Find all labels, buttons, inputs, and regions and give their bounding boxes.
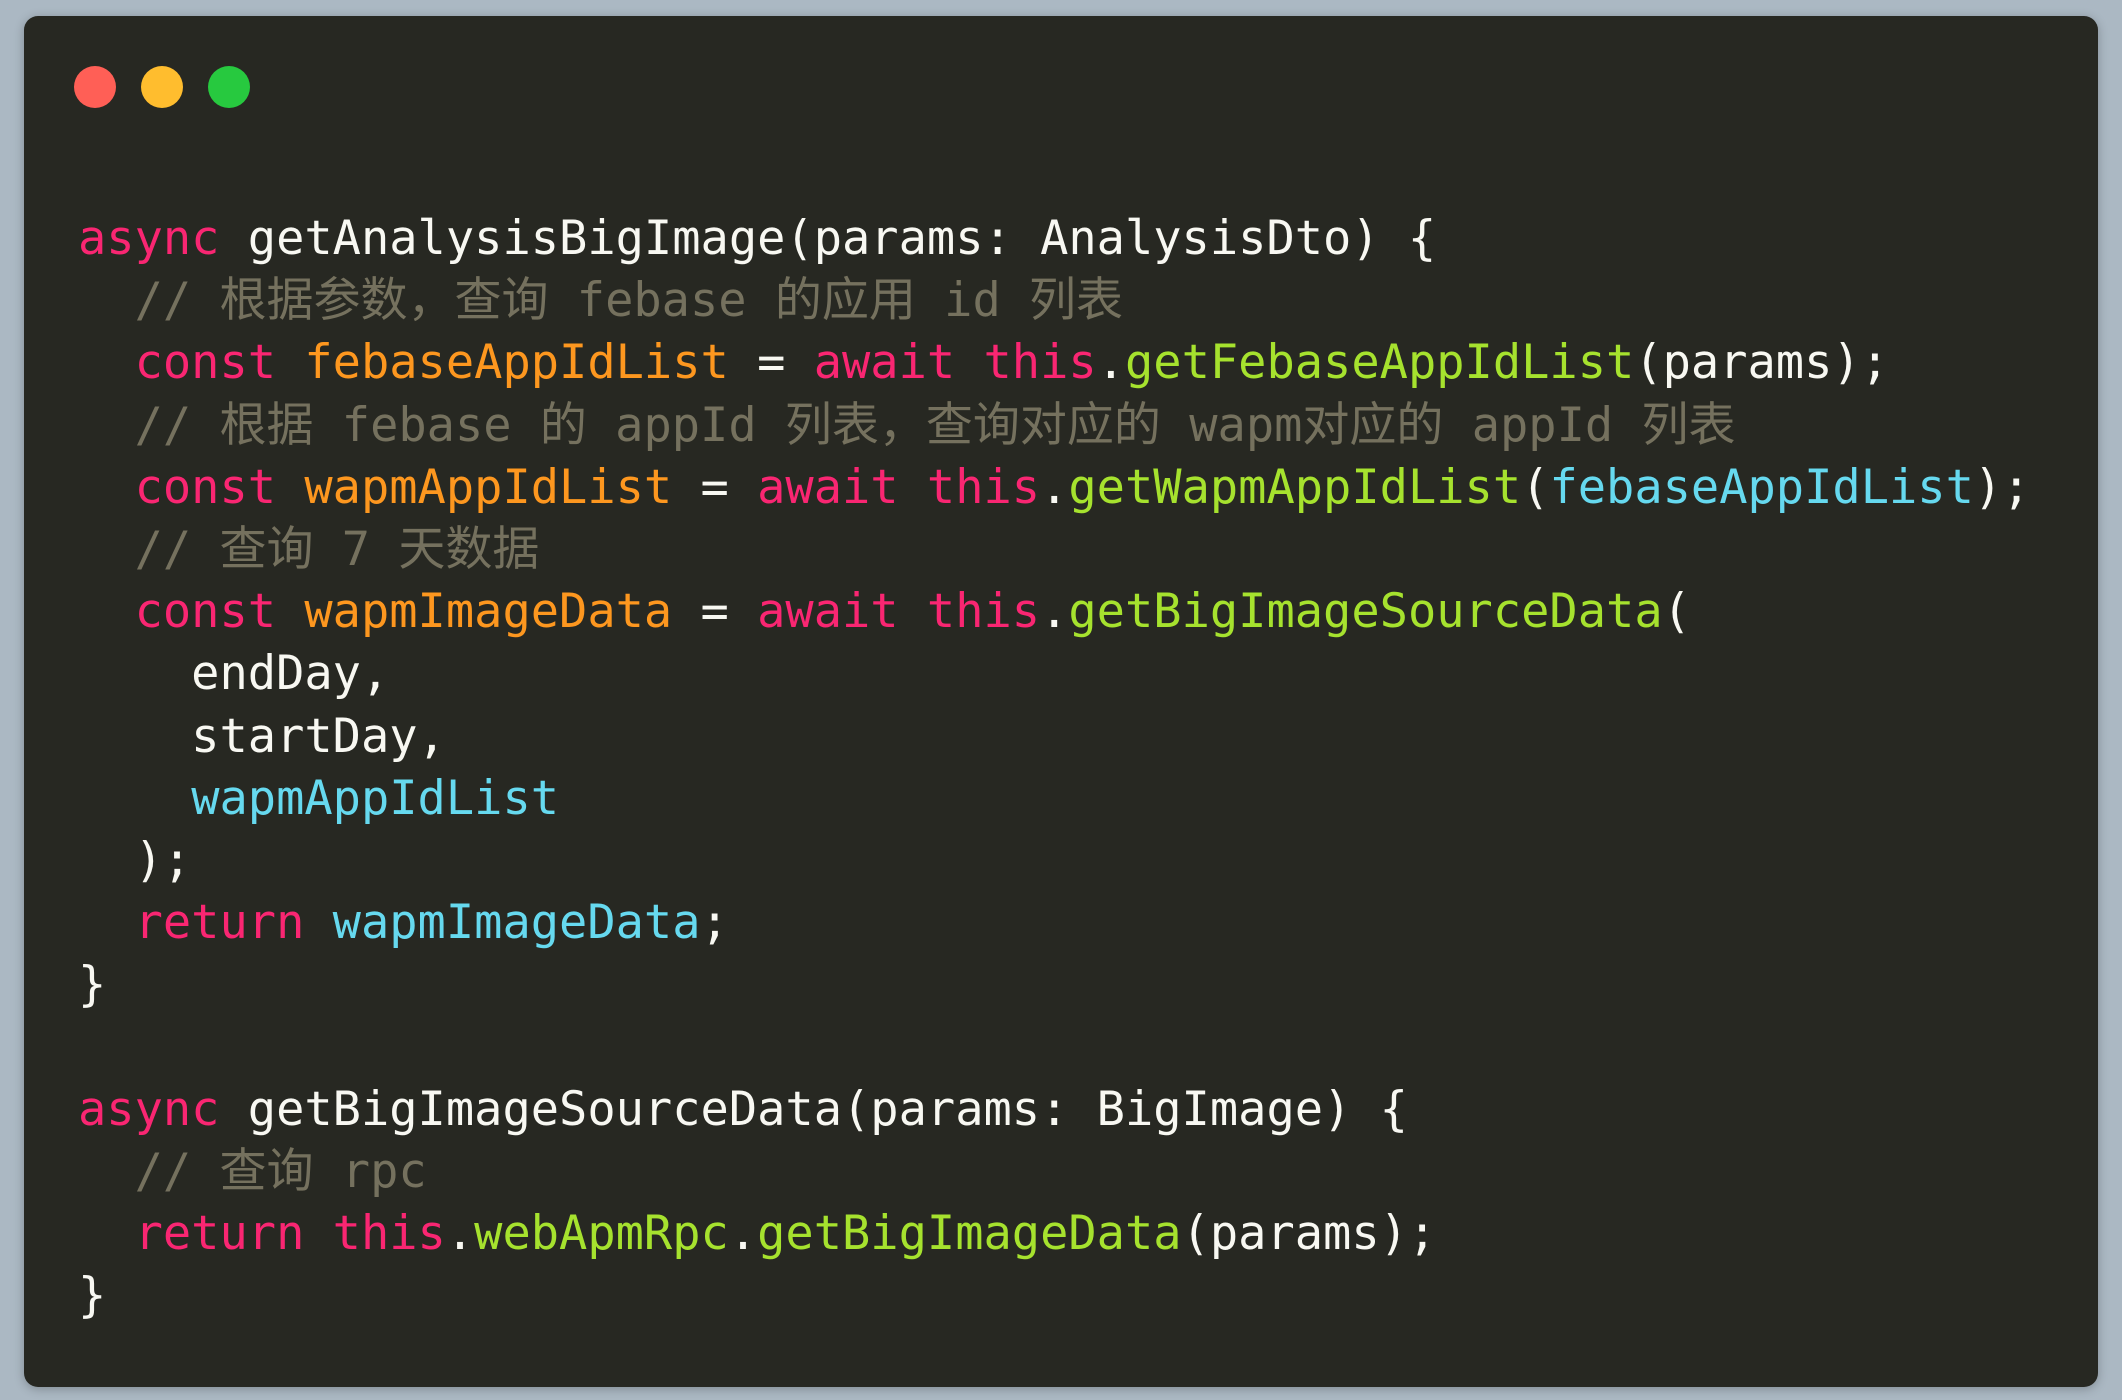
code-token-func: getFebaseAppIdList — [1124, 335, 1635, 391]
code-token-plain: ; — [700, 895, 729, 951]
code-token-plain: (params); — [1181, 1206, 1437, 1261]
code-token-keyword: await — [757, 584, 899, 640]
code-token-comment: // 根据 febase 的 appId 列表，查询对应的 wapm对应的 ap… — [78, 397, 1736, 453]
code-line: const febaseAppIdList = await this.getFe… — [78, 332, 2030, 394]
code-token-keyword: this — [332, 1206, 446, 1261]
code-line: // 查询 7 天数据 — [78, 519, 2030, 581]
code-token-plain: = — [728, 335, 814, 391]
code-token-decl: wapmImageData — [304, 584, 673, 640]
code-line: return wapmImageData; — [78, 892, 2030, 954]
code-token-keyword: async — [78, 1081, 220, 1137]
code-token-plain: ( — [1521, 459, 1550, 515]
code-line: return this.webApmRpc.getBigImageData(pa… — [78, 1203, 2030, 1265]
code-token-plain: . — [1096, 335, 1125, 391]
code-token-func: getWapmAppIdList — [1068, 459, 1522, 515]
code-token-keyword: async — [78, 211, 220, 266]
minimize-button[interactable] — [141, 66, 183, 108]
code-token-plain: ); — [78, 832, 192, 888]
code-token-keyword: this — [926, 459, 1041, 515]
code-token-keyword: this — [926, 584, 1041, 640]
code-window: async getAnalysisBigImage(params: Analys… — [24, 16, 2098, 1387]
code-token-keyword: const — [134, 459, 277, 515]
code-token-plain: . — [1040, 459, 1069, 515]
code-token-func: getBigImageData — [757, 1206, 1182, 1261]
code-token-comment: // 查询 7 天数据 — [78, 521, 540, 577]
code-token-plain: getAnalysisBigImage(params: AnalysisDto)… — [219, 211, 1437, 266]
code-token-keyword: return — [134, 1206, 305, 1261]
code-token-plain: ); — [1973, 459, 2031, 515]
code-line: // 根据 febase 的 appId 列表，查询对应的 wapm对应的 ap… — [78, 395, 2030, 457]
code-block: async getAnalysisBigImage(params: Analys… — [78, 208, 2030, 1327]
code-token-keyword: const — [134, 335, 277, 391]
code-token-plain: } — [78, 957, 107, 1013]
window-controls — [74, 66, 275, 108]
code-line: async getBigImageSourceData(params: BigI… — [78, 1079, 2030, 1141]
code-line: async getAnalysisBigImage(params: Analys… — [78, 208, 2030, 270]
close-button[interactable] — [74, 66, 116, 108]
code-token-decl: wapmAppIdList — [304, 459, 673, 515]
code-token-plain: = — [672, 459, 758, 515]
code-line: // 根据参数，查询 febase 的应用 id 列表 — [78, 270, 2030, 332]
code-token-keyword: return — [134, 895, 305, 951]
code-line: ); — [78, 830, 2030, 892]
code-token-keyword: await — [757, 459, 899, 515]
code-token-func: webApmRpc — [474, 1206, 729, 1261]
code-token-plain: (params); — [1634, 335, 1889, 391]
code-token-plain: = — [672, 584, 758, 640]
code-token-keyword: this — [983, 335, 1097, 391]
code-token-plain: } — [78, 1268, 107, 1324]
code-token-plain: . — [1040, 584, 1069, 640]
code-token-plain: . — [728, 1206, 758, 1261]
code-line: const wapmImageData = await this.getBigI… — [78, 581, 2030, 643]
code-token-keyword: const — [134, 584, 277, 640]
code-token-var: wapmImageData — [332, 895, 701, 951]
code-token-var: febaseAppIdList — [1549, 459, 1974, 515]
code-token-func: getBigImageSourceData — [1068, 584, 1663, 640]
code-token-comment: // 根据参数，查询 febase 的应用 id 列表 — [78, 273, 1124, 329]
code-token-comment: // 查询 rpc — [78, 1143, 427, 1199]
code-token-plain: endDay, — [78, 646, 390, 702]
code-line: startDay, — [78, 706, 2030, 768]
code-line: endDay, — [78, 643, 2030, 705]
code-line: const wapmAppIdList = await this.getWapm… — [78, 457, 2031, 519]
code-line: } — [78, 1265, 2030, 1327]
code-token-plain: ( — [1662, 584, 1691, 640]
code-line: wapmAppIdList — [78, 768, 2030, 830]
code-token-plain: getBigImageSourceData(params: BigImage) … — [219, 1081, 1408, 1137]
code-token-plain: . — [445, 1206, 475, 1261]
code-line: } — [78, 954, 2030, 1016]
code-token-decl: febaseAppIdList — [304, 335, 729, 391]
code-line: // 查询 rpc — [78, 1141, 2030, 1203]
code-token-keyword: await — [813, 335, 956, 391]
code-token-var: wapmAppIdList — [191, 770, 560, 826]
code-token-plain: startDay, — [78, 708, 446, 764]
maximize-button[interactable] — [208, 66, 250, 108]
